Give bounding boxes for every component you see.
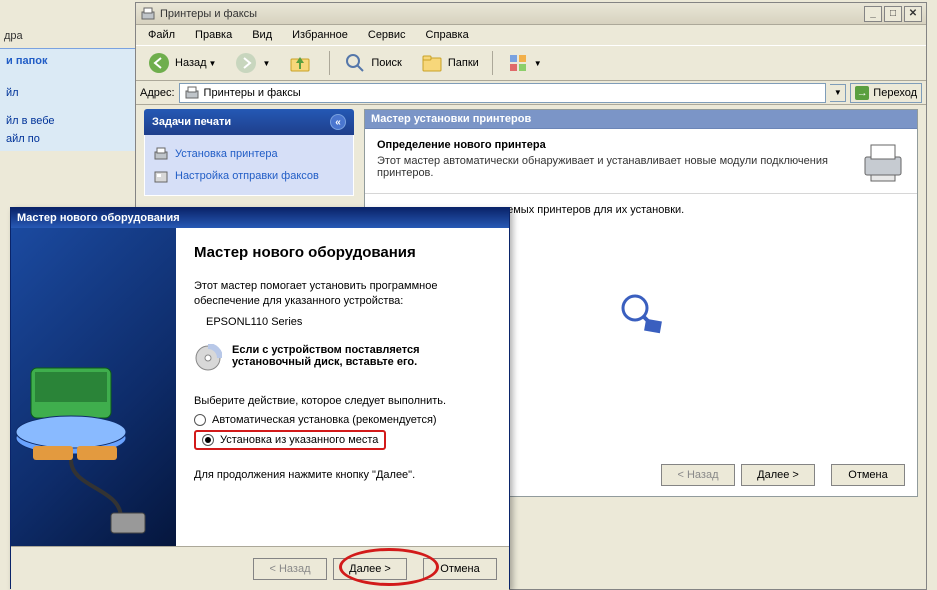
views-icon bbox=[506, 51, 530, 75]
menu-help[interactable]: Справка bbox=[418, 27, 477, 43]
views-button[interactable]: ▼ bbox=[499, 49, 549, 77]
folders-label: Папки bbox=[448, 57, 479, 69]
printer-wizard-heading: Определение нового принтера bbox=[377, 139, 851, 151]
radio-icon bbox=[194, 414, 206, 426]
folders-icon bbox=[420, 51, 444, 75]
printer-large-icon bbox=[861, 139, 905, 183]
close-button[interactable]: ✕ bbox=[904, 6, 922, 22]
address-value: Принтеры и факсы bbox=[204, 87, 301, 99]
hw-cd-text: Если с устройством поставляется установо… bbox=[232, 344, 491, 368]
forward-icon bbox=[234, 51, 258, 75]
printer-icon bbox=[140, 6, 156, 22]
hw-continue-text: Для продолжения нажмите кнопку "Далее". bbox=[194, 468, 491, 483]
chevron-down-icon: ▼ bbox=[834, 88, 842, 97]
task-label: Настройка отправки факсов bbox=[175, 170, 319, 182]
back-button[interactable]: Назад ▼ bbox=[140, 49, 223, 77]
hw-choose-text: Выберите действие, которое следует выпол… bbox=[194, 394, 491, 409]
fax-icon bbox=[153, 168, 169, 184]
hw-sidebar-image bbox=[11, 228, 176, 546]
address-dropdown[interactable]: ▼ bbox=[830, 84, 846, 102]
tasks-header[interactable]: Задачи печати « bbox=[144, 109, 354, 135]
wizard-next-button[interactable]: Далее > bbox=[741, 464, 815, 486]
forward-button[interactable]: ▼ bbox=[227, 49, 277, 77]
wizard-cancel-button[interactable]: Отмена bbox=[831, 464, 905, 486]
window-titlebar: Принтеры и факсы _ □ ✕ bbox=[136, 3, 926, 25]
address-label: Адрес: bbox=[140, 87, 175, 99]
printer-icon bbox=[184, 85, 200, 101]
hw-titlebar: Мастер нового оборудования bbox=[11, 208, 509, 228]
searching-icon bbox=[617, 290, 665, 338]
highlight-annotation: Установка из указанного места bbox=[194, 430, 386, 450]
chevron-down-icon: ▼ bbox=[262, 59, 270, 68]
bg-link[interactable]: айл по bbox=[6, 133, 129, 145]
tasks-panel: Задачи печати « Установка принтера Настр… bbox=[144, 109, 354, 196]
window-title: Принтеры и факсы bbox=[160, 8, 862, 20]
printer-icon bbox=[153, 146, 169, 162]
menubar: Файл Правка Вид Избранное Сервис Справка bbox=[136, 25, 926, 45]
hw-back-button[interactable]: < Назад bbox=[253, 558, 327, 580]
back-label: Назад bbox=[175, 57, 207, 69]
hw-heading: Мастер нового оборудования bbox=[194, 244, 491, 261]
hw-title-text: Мастер нового оборудования bbox=[17, 212, 180, 224]
task-install-printer[interactable]: Установка принтера bbox=[153, 143, 345, 165]
chevron-down-icon: ▼ bbox=[534, 59, 542, 68]
printer-wizard-subheading: Этот мастер автоматически обнаруживает и… bbox=[377, 155, 851, 179]
radio-manual-label: Установка из указанного места bbox=[220, 434, 378, 446]
radio-manual-install[interactable]: Установка из указанного места bbox=[202, 434, 378, 446]
radio-icon bbox=[202, 434, 214, 446]
up-button[interactable] bbox=[281, 49, 323, 77]
toolbar-separator bbox=[329, 51, 330, 75]
hw-device-name: EPSONL110 Series bbox=[206, 315, 491, 330]
cd-icon bbox=[194, 344, 222, 372]
radio-auto-install[interactable]: Автоматическая установка (рекомендуется) bbox=[194, 414, 491, 426]
bg-link[interactable]: йл bbox=[6, 87, 129, 99]
chevron-down-icon: ▼ bbox=[209, 59, 217, 68]
go-label: Переход bbox=[873, 87, 917, 99]
wizard-back-button[interactable]: < Назад bbox=[661, 464, 735, 486]
address-bar: Адрес: Принтеры и факсы ▼ → Переход bbox=[136, 81, 926, 105]
menu-edit[interactable]: Правка bbox=[187, 27, 240, 43]
menu-favorites[interactable]: Избранное bbox=[284, 27, 356, 43]
task-label: Установка принтера bbox=[175, 148, 278, 160]
menu-tools[interactable]: Сервис bbox=[360, 27, 414, 43]
hw-cancel-button[interactable]: Отмена bbox=[423, 558, 497, 580]
task-fax-settings[interactable]: Настройка отправки факсов bbox=[153, 165, 345, 187]
hw-help-text: Этот мастер помогает установить программ… bbox=[194, 279, 491, 309]
search-button[interactable]: Поиск bbox=[336, 49, 408, 77]
bg-text: дра bbox=[4, 30, 23, 42]
toolbar: Назад ▼ ▼ Поиск Папки bbox=[136, 45, 926, 81]
go-arrow-icon: → bbox=[855, 86, 869, 100]
go-button[interactable]: → Переход bbox=[850, 83, 922, 103]
menu-file[interactable]: Файл bbox=[140, 27, 183, 43]
address-input[interactable]: Принтеры и факсы bbox=[179, 83, 827, 103]
printer-wizard-title: Мастер установки принтеров bbox=[365, 110, 917, 129]
menu-view[interactable]: Вид bbox=[244, 27, 280, 43]
hw-next-button[interactable]: Далее > bbox=[333, 558, 407, 580]
hw-footer: < Назад Далее > Отмена bbox=[11, 546, 509, 590]
toolbar-separator bbox=[492, 51, 493, 75]
hardware-wizard-dialog: Мастер нового оборудования Мастер нового… bbox=[10, 207, 510, 589]
minimize-button[interactable]: _ bbox=[864, 6, 882, 22]
bg-panel-title: и папок bbox=[6, 55, 129, 67]
tasks-header-label: Задачи печати bbox=[152, 116, 231, 128]
bg-link[interactable]: йл в вебе bbox=[6, 115, 129, 127]
collapse-icon[interactable]: « bbox=[330, 114, 346, 130]
search-label: Поиск bbox=[371, 57, 401, 69]
back-icon bbox=[147, 51, 171, 75]
radio-auto-label: Автоматическая установка (рекомендуется) bbox=[212, 414, 437, 426]
folders-button[interactable]: Папки bbox=[413, 49, 486, 77]
search-icon bbox=[343, 51, 367, 75]
maximize-button[interactable]: □ bbox=[884, 6, 902, 22]
folder-up-icon bbox=[288, 51, 312, 75]
